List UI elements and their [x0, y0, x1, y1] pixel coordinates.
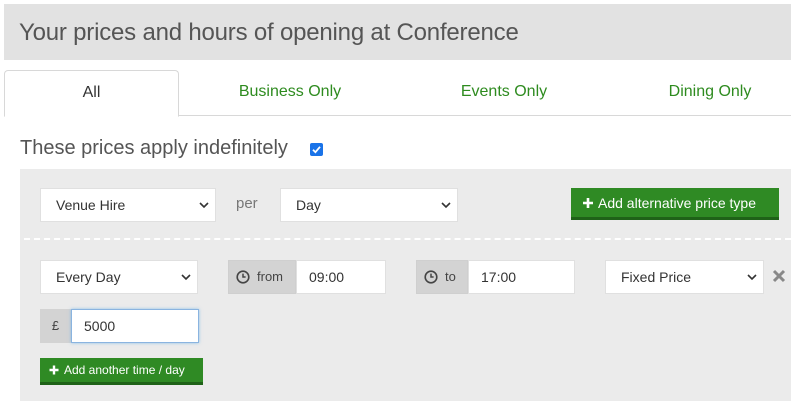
tab-all[interactable]: All [4, 70, 179, 117]
chevron-down-icon [199, 202, 209, 209]
price-amount-input[interactable]: 5000 [71, 309, 199, 343]
pricing-value: Fixed Price [621, 269, 692, 285]
from-label: from [257, 269, 283, 284]
price-type-value: Venue Hire [56, 197, 126, 213]
unit-value: Day [296, 197, 321, 213]
checkbox-check-icon [312, 146, 321, 154]
to-time-input[interactable]: 17:00 [468, 260, 575, 294]
add-another-time-button[interactable]: Add another time / day [40, 358, 203, 385]
page-title: Your prices and hours of opening at Conf… [19, 19, 519, 46]
tab-business-only[interactable]: Business Only [190, 70, 390, 116]
per-label: per [236, 195, 258, 212]
from-addon: from [228, 260, 296, 294]
chevron-down-icon [181, 274, 191, 281]
tab-events-only[interactable]: Events Only [404, 70, 604, 116]
chevron-down-icon [441, 202, 451, 209]
plus-icon [583, 198, 593, 208]
days-select[interactable]: Every Day [40, 260, 198, 294]
indefinite-checkbox[interactable] [310, 143, 323, 156]
indefinite-label: These prices apply indefinitely [20, 137, 288, 159]
clock-icon [424, 270, 438, 284]
to-label: to [445, 269, 456, 284]
days-value: Every Day [56, 269, 121, 285]
divider [24, 238, 791, 240]
currency-addon: £ [40, 309, 71, 343]
pricing-select[interactable]: Fixed Price [605, 260, 764, 294]
clock-icon [236, 270, 250, 284]
page-header: Your prices and hours of opening at Conf… [4, 4, 791, 60]
unit-select[interactable]: Day [280, 188, 458, 222]
plus-icon [49, 365, 59, 375]
close-icon[interactable] [771, 268, 787, 284]
chevron-down-icon [747, 274, 757, 281]
add-alternative-price-type-button[interactable]: Add alternative price type [571, 188, 779, 220]
tab-bar: All Business Only Events Only Dining Onl… [4, 70, 791, 117]
tab-dining-only[interactable]: Dining Only [610, 70, 791, 116]
add-another-time-label: Add another time / day [64, 363, 185, 377]
to-addon: to [416, 260, 468, 294]
add-alternative-price-type-label: Add alternative price type [598, 195, 756, 211]
price-type-select[interactable]: Venue Hire [40, 188, 216, 222]
from-time-input[interactable]: 09:00 [296, 260, 386, 294]
